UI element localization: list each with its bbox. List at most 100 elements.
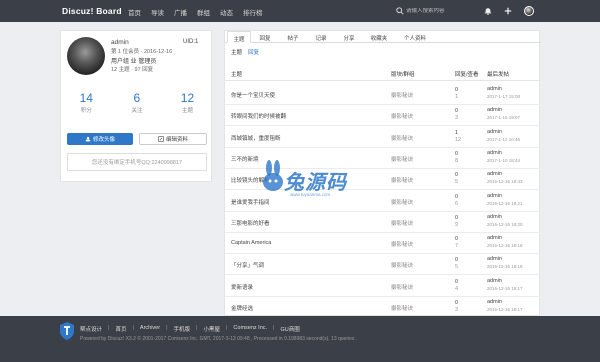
thread-forum[interactable]: 摄影秘诀 bbox=[391, 283, 413, 291]
nav-item-home[interactable]: 首页 bbox=[128, 7, 151, 17]
tab-replies[interactable]: 回复 bbox=[251, 31, 279, 42]
search-input[interactable] bbox=[406, 8, 466, 14]
last-post-date: 2017-1-15 19:07 bbox=[487, 115, 521, 121]
thread-forum[interactable]: 摄影秘诀 bbox=[391, 198, 413, 206]
tab-favorites[interactable]: 收藏夹 bbox=[363, 31, 395, 42]
stat-points[interactable]: 14 积分 bbox=[61, 91, 112, 114]
plus-icon[interactable] bbox=[504, 7, 512, 15]
reply-count: 0 bbox=[455, 236, 459, 243]
thread-counts: 05 bbox=[455, 257, 458, 271]
tab-profile[interactable]: 个人资料 bbox=[395, 31, 435, 42]
last-post-user[interactable]: admin bbox=[487, 235, 523, 242]
watermark-text: 兔源码 bbox=[284, 172, 347, 194]
thread-counts: 1 12 bbox=[455, 130, 461, 144]
site-logo[interactable]: Discuz! Board bbox=[62, 6, 122, 16]
thread-title[interactable]: 三那电影的好看 bbox=[231, 219, 270, 227]
nav-item-ranking[interactable]: 排行榜 bbox=[243, 7, 266, 17]
footer-link-gu[interactable]: GU商圈 bbox=[280, 325, 299, 333]
thread-title[interactable]: 爱新语录 bbox=[231, 283, 253, 291]
view-count: 6 bbox=[455, 200, 459, 207]
stat-following-label: 关注 bbox=[131, 108, 143, 114]
last-post-user[interactable]: admin bbox=[487, 278, 523, 285]
nav-item-broadcast[interactable]: 广播 bbox=[174, 7, 197, 17]
table-header: 主题 版块/群组 回复/查看 最后发帖 bbox=[225, 67, 541, 81]
thread-forum[interactable]: 摄影秘诀 bbox=[391, 219, 413, 227]
stat-threads[interactable]: 12 主题 bbox=[162, 91, 213, 114]
view-count: 4 bbox=[455, 285, 459, 292]
thread-title[interactable]: Captain America bbox=[231, 240, 271, 246]
last-post-user[interactable]: admin bbox=[487, 171, 523, 178]
reply-count: 0 bbox=[455, 87, 459, 93]
search-icon[interactable] bbox=[396, 7, 404, 15]
nav-item-feed[interactable]: 动态 bbox=[220, 7, 243, 17]
subtab-threads[interactable]: 主题 bbox=[231, 48, 242, 56]
footer-separator: | bbox=[132, 325, 134, 331]
table-row[interactable]: Captain America 摄影秘诀 0 7 admin 2016-12-16 18:… bbox=[225, 232, 541, 255]
change-avatar-label: 修改头像 bbox=[92, 137, 115, 143]
last-post-user[interactable]: admin bbox=[487, 193, 523, 200]
last-post-user[interactable]: admin bbox=[487, 214, 523, 221]
nav-item-groups[interactable]: 群组 bbox=[197, 7, 220, 17]
tab-shares[interactable]: 分享 bbox=[335, 31, 363, 42]
col-replies: 回复/查看 bbox=[455, 72, 479, 78]
last-post-user[interactable]: admin bbox=[487, 256, 523, 263]
thread-title[interactable]: 你是一个宝贝天使 bbox=[231, 91, 275, 99]
reply-count: 0 bbox=[455, 257, 459, 264]
last-post: admin 2017-1-15 19:07 bbox=[487, 107, 520, 121]
thread-forum[interactable]: 摄影秘诀 bbox=[391, 176, 413, 184]
profile-member-info: 第 1 位会员 · 2016-12-16 bbox=[111, 49, 173, 55]
footer-separator: | bbox=[273, 325, 275, 331]
profile-notice[interactable]: 您还没有绑定手机号QQ:2240998817 bbox=[67, 153, 207, 171]
last-post-date: 2016-12-16 18:21 bbox=[487, 200, 523, 206]
last-post-date: 2016-12-16 18:20 bbox=[487, 221, 523, 227]
table-row[interactable]: 你是一个宝贝天使 摄影秘诀 0 1 admin 2017-1-17 15:08 bbox=[225, 83, 541, 105]
footer-link-mobile[interactable]: 手机版 bbox=[174, 325, 191, 333]
edit-icon bbox=[158, 136, 164, 142]
footer-link-blackroom[interactable]: 小黑屋 bbox=[203, 325, 220, 333]
thread-forum[interactable]: 摄影秘诀 bbox=[391, 304, 413, 312]
thread-title[interactable]: 「分享」气调 bbox=[231, 261, 264, 269]
thread-title[interactable]: 转眼间我们的时候被翻 bbox=[231, 112, 286, 120]
table-row[interactable]: 「分享」气调 摄影秘诀 0 5 admin 2016-12-16 18:18 bbox=[225, 253, 541, 276]
stat-following[interactable]: 6 关注 bbox=[112, 91, 163, 114]
footer-link-home[interactable]: 首页 bbox=[115, 325, 126, 333]
reply-count: 0 bbox=[455, 172, 459, 179]
tab-records[interactable]: 记录 bbox=[307, 31, 335, 42]
profile-username[interactable]: admin bbox=[111, 39, 129, 46]
table-row[interactable]: 金牌经选 摄影秘诀 0 3 admin 2016-12-16 18:17 bbox=[225, 296, 541, 318]
thread-title[interactable]: 金牌经选 bbox=[231, 304, 253, 312]
bell-icon[interactable] bbox=[484, 7, 492, 15]
thread-forum[interactable]: 摄影秘诀 bbox=[391, 261, 413, 269]
tab-threads[interactable]: 主题 bbox=[227, 31, 251, 43]
edit-profile-button[interactable]: 编辑资料 bbox=[139, 133, 207, 145]
last-post-user[interactable]: admin bbox=[487, 299, 523, 306]
thread-forum[interactable]: 摄影秘诀 bbox=[391, 240, 413, 248]
view-count: 12 bbox=[455, 136, 462, 143]
thread-title[interactable]: 西城镇城，重度阻断 bbox=[231, 134, 281, 142]
footer-link-design[interactable]: 帮点设计 bbox=[80, 325, 102, 333]
table-row[interactable]: 爱新语录 摄影秘诀 0 4 admin 2016-12-16 18:17 bbox=[225, 275, 541, 297]
table-row[interactable]: 三那电影的好看 摄影秘诀 0 9 admin 2016-12-16 18:20 bbox=[225, 211, 541, 233]
thread-forum[interactable]: 摄影秘诀 bbox=[391, 91, 413, 99]
thread-forum[interactable]: 摄影秘诀 bbox=[391, 155, 413, 163]
table-row[interactable]: 转眼间我们的时候被翻 摄影秘诀 0 3 admin 2017-1-15 19:07 bbox=[225, 104, 541, 127]
thread-counts: 08 bbox=[455, 151, 458, 165]
last-post: admin 2017-1-17 15:08 bbox=[487, 86, 520, 100]
tab-posts[interactable]: 帖子 bbox=[279, 31, 307, 42]
last-post-user[interactable]: admin bbox=[487, 150, 520, 157]
footer-link-comsenz[interactable]: Comsenz Inc. bbox=[233, 325, 267, 333]
user-avatar[interactable] bbox=[524, 6, 534, 16]
thread-forum[interactable]: 摄影秘诀 bbox=[391, 112, 413, 120]
nav-item-guide[interactable]: 导读 bbox=[151, 7, 174, 17]
profile-avatar[interactable] bbox=[67, 37, 105, 75]
change-avatar-button[interactable]: 修改头像 bbox=[67, 133, 133, 145]
last-post-user[interactable]: admin bbox=[487, 86, 520, 93]
view-count: 5 bbox=[455, 179, 459, 186]
last-post: admin 2016-12-16 18:21 bbox=[487, 193, 523, 207]
thread-forum[interactable]: 摄影秘诀 bbox=[391, 134, 413, 142]
last-post-user[interactable]: admin bbox=[487, 107, 520, 114]
table-row[interactable]: 西城镇城，重度阻断 摄影秘诀 1 12 admin 2017-1-12 10:46 bbox=[225, 126, 541, 148]
footer-link-archiver[interactable]: Archiver bbox=[140, 325, 160, 333]
subtab-replies[interactable]: 回复 bbox=[248, 48, 259, 56]
last-post-user[interactable]: admin bbox=[487, 129, 520, 136]
